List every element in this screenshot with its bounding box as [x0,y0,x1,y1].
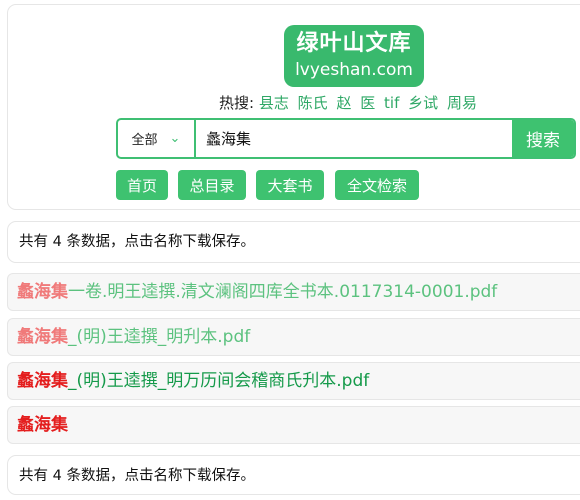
result-item[interactable]: 蠡海集_(明)王逵撰_明刋本.pdf [7,318,580,356]
search-bar: 全部 ⌄ 蠡海集 搜索 [116,118,576,159]
nav-home-button[interactable]: 首页 [116,170,168,200]
result-keyword: 蠡海集 [17,415,68,435]
result-count-bottom: 共有 4 条数据，点击名称下载保存。 [7,455,580,495]
result-keyword: 蠡海集 [17,282,68,302]
category-select[interactable]: 全部 ⌄ [118,120,196,157]
hot-term-link[interactable]: 陈氏 [298,94,328,112]
result-count-text: 共有 4 条数据，点击名称下载保存。 [19,234,255,250]
hot-term-link[interactable]: 县志 [259,94,289,112]
result-item[interactable]: 蠡海集一卷.明王逵撰.清文澜阁四库全书本.0117314-0001.pdf [7,273,580,311]
hot-term-link[interactable]: 周易 [447,94,477,112]
result-item[interactable]: 蠡海集_(明)王逵撰_明万历间会稽商氏刋本.pdf [7,362,580,400]
hot-term-link[interactable]: 医 [360,94,375,112]
hot-term-link[interactable]: 乡试 [408,94,438,112]
result-filename: 一卷.明王逵撰.清文澜阁四库全书本.0117314-0001.pdf [68,282,498,302]
hot-search-label: 热搜: [219,94,255,112]
result-keyword: 蠡海集 [17,371,68,391]
nav-fulltext-button[interactable]: 全文检索 [335,170,419,200]
result-count-text: 共有 4 条数据，点击名称下载保存。 [19,468,255,484]
result-filename: _(明)王逵撰_明万历间会稽商氏刋本.pdf [68,371,370,391]
logo-domain: lvyeshan.com [295,60,413,80]
result-item[interactable]: 蠡海集 [7,406,580,444]
hot-term-link[interactable]: 赵 [336,94,351,112]
result-filename: _(明)王逵撰_明刋本.pdf [68,327,251,347]
logo-title: 绿叶山文库 [296,31,412,56]
site-logo[interactable]: 绿叶山文库 lvyeshan.com [284,25,424,87]
chevron-down-icon: ⌄ [169,131,181,146]
result-keyword: 蠡海集 [17,327,68,347]
category-select-value: 全部 [131,133,158,148]
nav-collections-button[interactable]: 大套书 [256,170,324,200]
result-count-top: 共有 4 条数据，点击名称下载保存。 [7,221,580,263]
search-button[interactable]: 搜索 [512,120,574,157]
hot-search: 热搜: 县志 陈氏 赵 医 tif 乡试 周易 [219,93,481,113]
nav-catalog-button[interactable]: 总目录 [178,170,246,200]
hot-term-link[interactable]: tif [384,94,399,112]
search-input[interactable]: 蠡海集 [196,120,512,157]
